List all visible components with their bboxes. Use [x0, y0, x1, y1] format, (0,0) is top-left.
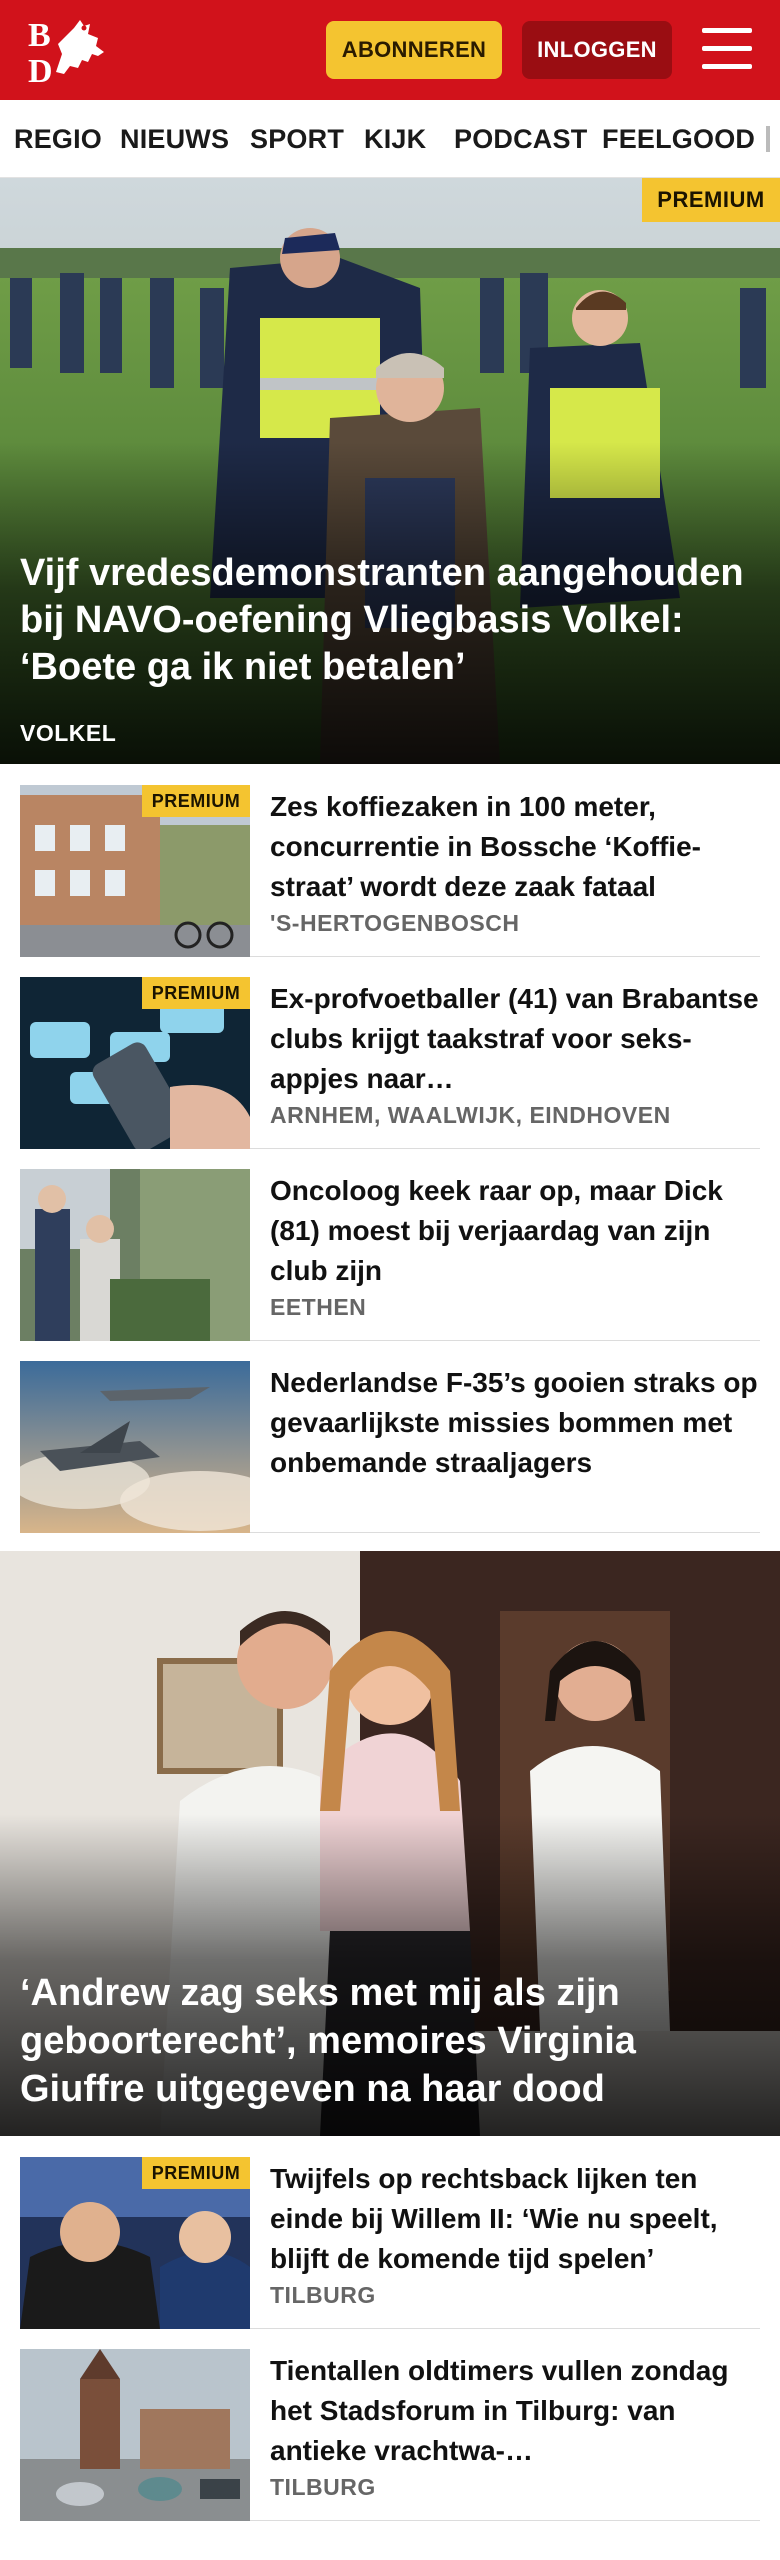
hero-headline[interactable]: Vijf vredesdemonstranten aangehou­den bi…	[20, 550, 765, 691]
article-thumbnail	[20, 1361, 250, 1533]
article-headline[interactable]: Twijfels op rechtsback lijken ten einde …	[270, 2159, 760, 2279]
article-item[interactable]: Tientallen oldtimers vullen zondag het S…	[20, 2349, 760, 2521]
nav-item-nieuws[interactable]: NIEUWS	[120, 124, 229, 155]
premium-badge: PREMIUM	[642, 178, 780, 222]
article-item[interactable]: PREMIUM Twijfels op rechtsback lijken te…	[20, 2157, 760, 2329]
article-item[interactable]: Oncoloog keek raar op, maar Dick (81) mo…	[20, 1169, 760, 1341]
top-bar: B D ABONNEREN INLOGGEN	[0, 0, 780, 100]
article-headline[interactable]: Oncoloog keek raar op, maar Dick (81) mo…	[270, 1171, 760, 1291]
svg-text:D: D	[28, 53, 53, 84]
article-location: EETHEN	[270, 1294, 367, 1320]
article-headline[interactable]: Tientallen oldtimers vullen zondag het S…	[270, 2351, 760, 2471]
article-location: TILBURG	[270, 2282, 376, 2308]
svg-text:B: B	[28, 17, 51, 54]
bd-logo[interactable]: B D	[26, 14, 116, 90]
article-item[interactable]: PREMIUM Zes koffiezaken in 100 meter, co…	[20, 785, 760, 957]
article-headline[interactable]: Nederlandse F-35’s gooien straks op geva…	[270, 1363, 760, 1483]
article-thumbnail: PREMIUM	[20, 785, 250, 957]
hero-location: VOLKEL	[20, 720, 117, 746]
login-button[interactable]: INLOGGEN	[522, 21, 672, 79]
subscribe-button[interactable]: ABONNEREN	[326, 21, 502, 79]
article-location: 'S-HERTOGENBOSCH	[270, 910, 520, 936]
premium-badge: PREMIUM	[142, 2157, 250, 2189]
menu-icon[interactable]	[700, 26, 754, 72]
premium-badge: PREMIUM	[142, 785, 250, 817]
article-thumbnail: PREMIUM	[20, 977, 250, 1149]
article-thumbnail: PREMIUM	[20, 2157, 250, 2329]
premium-badge: PREMIUM	[142, 977, 250, 1009]
article-thumbnail	[20, 2349, 250, 2521]
section-nav: REGIO NIEUWS SPORT KIJK PODCAST FEELGOOD	[0, 100, 780, 178]
article-headline[interactable]: Zes koffiezaken in 100 meter, concurrent…	[270, 787, 760, 907]
hero-article[interactable]: PREMIUM Vijf vredesdemonstranten aangeho…	[0, 178, 780, 764]
article-location: TILBURG	[270, 2474, 376, 2500]
nav-item-feelgood[interactable]: FEELGOOD	[602, 124, 755, 155]
nav-overflow-indicator	[766, 126, 770, 152]
feature-headline[interactable]: ‘Andrew zag seks met mij als zijn geboor…	[20, 1969, 765, 2113]
nav-item-podcast[interactable]: PODCAST	[454, 124, 587, 155]
nav-item-regio[interactable]: REGIO	[14, 124, 102, 155]
article-item[interactable]: Nederlandse F-35’s gooien straks op geva…	[20, 1361, 760, 1533]
article-location: ARNHEM, WAALWIJK, EINDHOVEN	[270, 1102, 671, 1128]
nav-item-sport[interactable]: SPORT	[250, 124, 344, 155]
feature-article[interactable]: ‘Andrew zag seks met mij als zijn geboor…	[0, 1551, 780, 2136]
article-headline[interactable]: Ex-profvoetballer (41) van Brabantse clu…	[270, 979, 760, 1099]
article-item[interactable]: PREMIUM Ex-profvoetballer (41) van Braba…	[20, 977, 760, 1149]
article-thumbnail	[20, 1169, 250, 1341]
nav-item-kijk[interactable]: KIJK	[364, 124, 426, 155]
